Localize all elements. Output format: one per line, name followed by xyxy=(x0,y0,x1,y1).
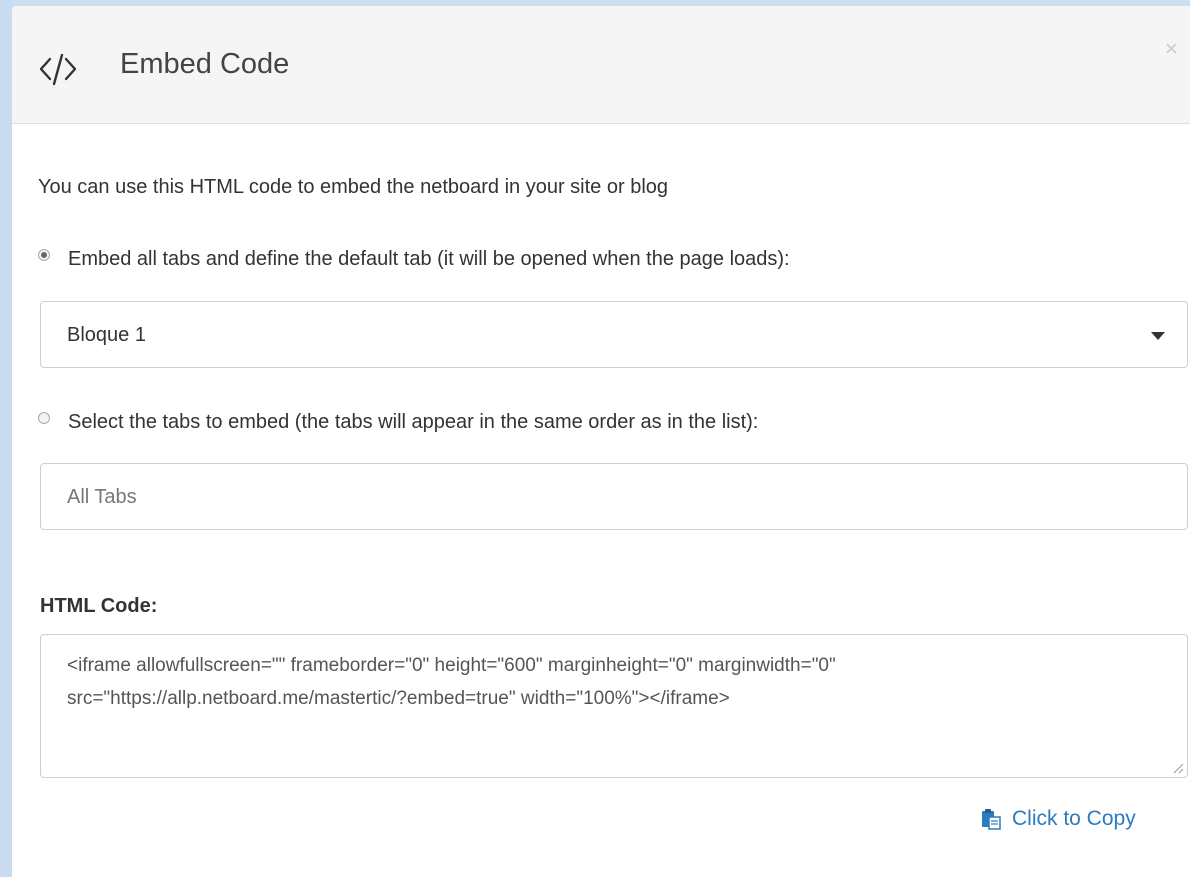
option-embed-all-tabs[interactable]: Embed all tabs and define the default ta… xyxy=(38,246,790,272)
radio-select-tabs[interactable] xyxy=(38,412,50,424)
caret-down-icon xyxy=(1151,332,1165,340)
html-code-text[interactable]: <iframe allowfullscreen="" frameborder="… xyxy=(67,649,1147,715)
html-code-label: HTML Code: xyxy=(40,595,158,617)
tabs-input-placeholder: All Tabs xyxy=(67,486,137,508)
tabs-select-input[interactable]: All Tabs xyxy=(40,463,1188,530)
close-icon[interactable]: × xyxy=(1165,38,1185,60)
default-tab-select[interactable]: Bloque 1 xyxy=(40,301,1188,368)
code-icon xyxy=(39,53,77,86)
click-to-copy-link[interactable]: Click to Copy xyxy=(980,806,1136,832)
option-select-tabs-label: Select the tabs to embed (the tabs will … xyxy=(68,411,759,433)
option-embed-all-tabs-label: Embed all tabs and define the default ta… xyxy=(68,248,790,270)
option-select-tabs[interactable]: Select the tabs to embed (the tabs will … xyxy=(38,409,758,435)
radio-embed-all-tabs[interactable] xyxy=(38,249,50,261)
modal-title: Embed Code xyxy=(120,48,290,80)
intro-text: You can use this HTML code to embed the … xyxy=(38,176,669,198)
default-tab-select-value: Bloque 1 xyxy=(67,324,146,346)
clipboard-icon xyxy=(982,809,1001,830)
resize-grip-icon[interactable] xyxy=(1172,762,1184,774)
modal-header: Embed Code × xyxy=(12,6,1190,124)
html-code-textarea[interactable]: <iframe allowfullscreen="" frameborder="… xyxy=(40,634,1188,778)
backdrop-strip xyxy=(0,0,12,877)
embed-code-modal: Embed Code × You can use this HTML code … xyxy=(12,6,1190,877)
click-to-copy-label: Click to Copy xyxy=(1012,807,1136,830)
